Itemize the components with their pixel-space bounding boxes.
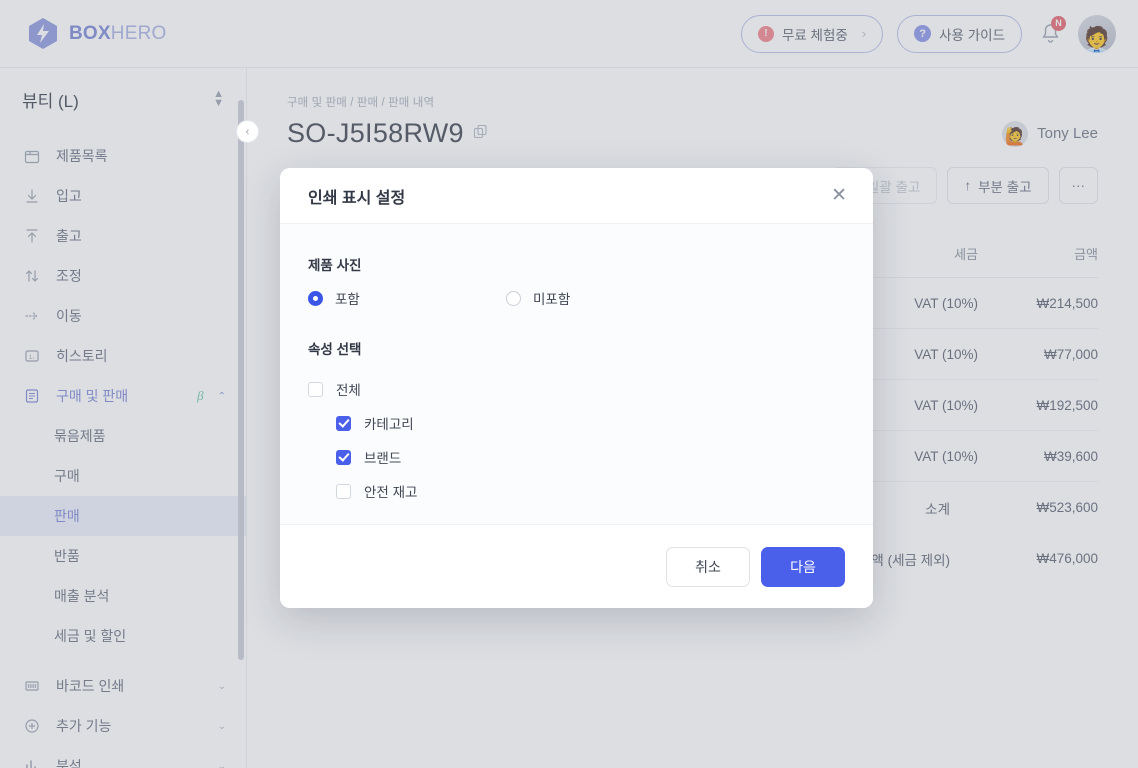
checkbox-category-label: 카테고리 (364, 417, 414, 432)
cancel-button[interactable]: 취소 (666, 546, 750, 587)
checkbox-safety-stock[interactable]: 안전 재고 (308, 474, 845, 508)
print-settings-modal: 인쇄 표시 설정 ✕ 제품 사진 포함 미포함 속성 선택 전체 카테고리 브랜… (280, 168, 873, 608)
modal-body: 제품 사진 포함 미포함 속성 선택 전체 카테고리 브랜드 안전 재고 (280, 224, 873, 524)
checkbox-category[interactable]: 카테고리 (308, 406, 845, 440)
radio-exclude-label: 미포함 (533, 292, 571, 307)
checkbox-unchecked-icon (336, 483, 351, 499)
modal-header: 인쇄 표시 설정 ✕ (280, 168, 873, 224)
checkbox-checked-icon (336, 415, 351, 431)
app-root: BOXHERO ! 무료 체험중 › ? 사용 가이드 N (0, 0, 1138, 768)
checkbox-unchecked-icon (308, 381, 323, 397)
checkbox-brand[interactable]: 브랜드 (308, 440, 845, 474)
attr-section: 속성 선택 전체 카테고리 브랜드 안전 재고 (308, 338, 845, 508)
radio-off-icon (506, 290, 521, 306)
sidebar-collapse-button[interactable]: ‹ (236, 120, 259, 143)
checkbox-all[interactable]: 전체 (308, 372, 845, 406)
radio-include[interactable]: 포함 (308, 288, 506, 308)
next-button[interactable]: 다음 (761, 546, 845, 587)
checkbox-safety-stock-label: 안전 재고 (364, 485, 418, 500)
attr-section-label: 속성 선택 (308, 342, 362, 357)
radio-include-label: 포함 (335, 292, 360, 307)
photo-radio-group: 포함 미포함 (308, 288, 845, 308)
checkbox-checked-icon (336, 449, 351, 465)
modal-title: 인쇄 표시 설정 (308, 189, 406, 207)
checkbox-all-label: 전체 (336, 383, 361, 398)
modal-footer: 취소 다음 (280, 524, 873, 608)
photo-section-label: 제품 사진 (308, 258, 362, 273)
radio-on-icon (308, 290, 323, 306)
close-icon[interactable]: ✕ (831, 186, 847, 205)
checkbox-brand-label: 브랜드 (364, 451, 402, 466)
radio-exclude[interactable]: 미포함 (506, 288, 570, 308)
